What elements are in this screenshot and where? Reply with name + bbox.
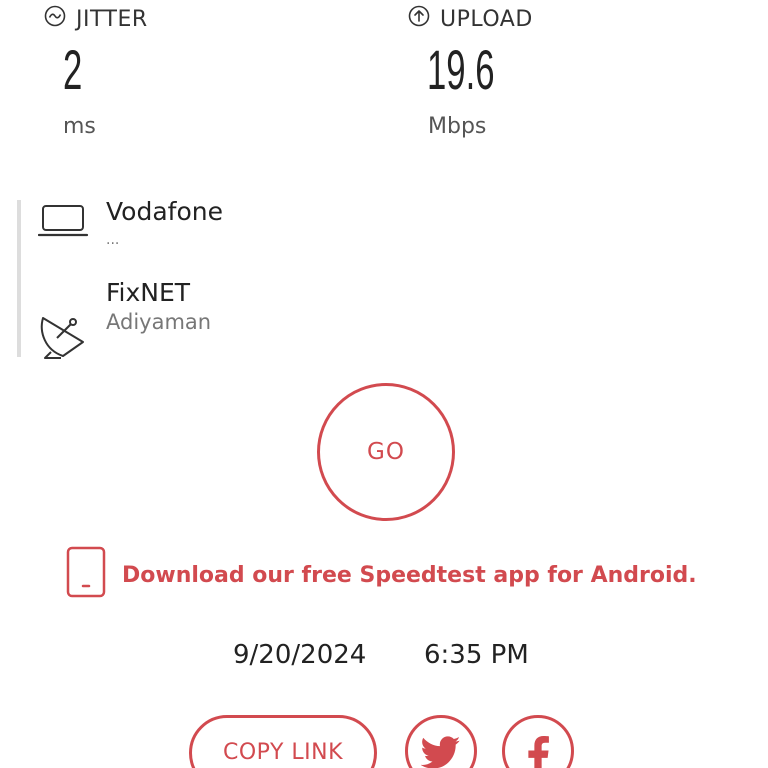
- upload-unit: Mbps: [428, 114, 487, 139]
- upload-value: 19.6: [427, 38, 495, 101]
- host-name: FixNET: [106, 278, 191, 307]
- go-button-label: GO: [367, 439, 405, 465]
- copy-link-label: COPY LINK: [222, 740, 344, 765]
- download-app-text: Download our free Speedtest app for Andr…: [122, 562, 697, 588]
- result-date: 9/20/2024: [233, 640, 367, 670]
- twitter-share-button[interactable]: [405, 715, 477, 768]
- upload-label: UPLOAD: [440, 6, 533, 32]
- result-page: JITTER 2 ms UPLOAD 19.6 Mbps Vodafone ..…: [0, 0, 768, 768]
- provider-name: Vodafone: [106, 197, 223, 226]
- mobile-phone-icon: [66, 546, 106, 604]
- download-app-link[interactable]: Download our free Speedtest app for Andr…: [66, 546, 697, 604]
- provider-detail: ...: [106, 232, 120, 248]
- jitter-label: JITTER: [76, 6, 148, 32]
- result-time: 6:35 PM: [424, 640, 529, 670]
- upload-arrow-icon: [408, 5, 440, 33]
- host-location: Adiyaman: [106, 310, 212, 334]
- facebook-share-button[interactable]: [502, 715, 574, 768]
- go-button[interactable]: GO: [317, 383, 455, 521]
- copy-link-button[interactable]: COPY LINK: [189, 715, 377, 768]
- upload-header: UPLOAD: [408, 5, 533, 33]
- jitter-unit: ms: [63, 114, 96, 139]
- facebook-f-icon: [526, 736, 550, 768]
- jitter-header: JITTER: [44, 5, 148, 33]
- server-divider: [17, 200, 21, 357]
- twitter-bird-icon: [420, 736, 461, 768]
- laptop-icon: [37, 204, 90, 242]
- satellite-dish-icon: [37, 310, 91, 366]
- jitter-value: 2: [63, 38, 83, 101]
- jitter-wave-icon: [44, 5, 76, 33]
